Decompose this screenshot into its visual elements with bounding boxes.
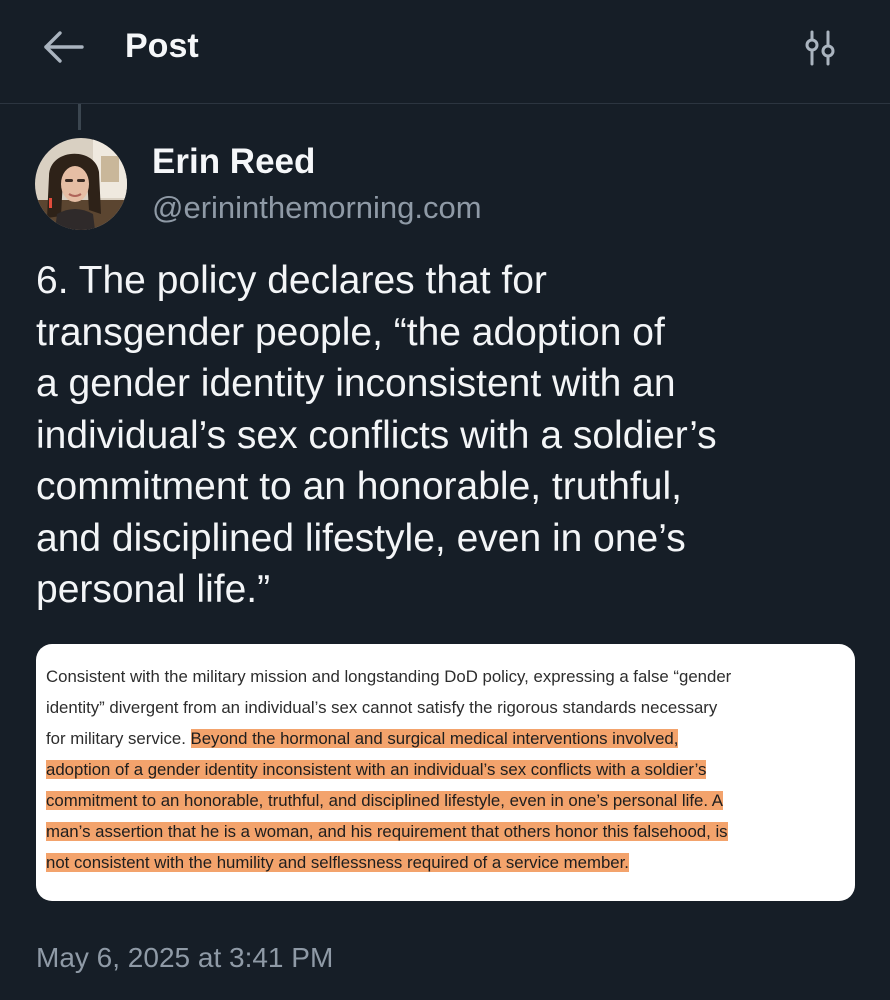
excerpt-highlight: adoption of a gender identity inconsiste… xyxy=(46,760,707,779)
embedded-image[interactable]: Consistent with the military mission and… xyxy=(36,644,855,901)
excerpt-line: man’s assertion that he is a woman, and … xyxy=(46,816,846,847)
sliders-icon xyxy=(805,30,835,66)
post-timestamp: May 6, 2025 at 3:41 PM xyxy=(36,942,334,973)
back-button[interactable] xyxy=(40,27,88,67)
excerpt-text: for military service. xyxy=(46,729,191,748)
thread-connector-line xyxy=(78,104,81,130)
user-avatar xyxy=(35,138,127,230)
page-title: Post xyxy=(125,27,199,65)
excerpt-line: commitment to an honorable, truthful, an… xyxy=(46,785,846,816)
post-text: 6. The policy declares that for transgen… xyxy=(36,259,717,611)
embedded-document-excerpt: Consistent with the military mission and… xyxy=(46,661,846,878)
excerpt-text: Consistent with the military mission and… xyxy=(46,667,732,686)
avatar[interactable] xyxy=(35,138,127,230)
top-bar: Post xyxy=(0,0,890,104)
excerpt-line: Consistent with the military mission and… xyxy=(46,661,846,692)
excerpt-line: identity” divergent from an individual’s… xyxy=(46,692,846,723)
author-handle[interactable]: @erininthemorning.com xyxy=(152,188,482,228)
excerpt-highlight: Beyond the hormonal and surgical medical… xyxy=(190,729,679,748)
excerpt-line: not consistent with the humility and sel… xyxy=(46,847,846,878)
excerpt-highlight: commitment to an honorable, truthful, an… xyxy=(46,791,723,810)
excerpt-text: identity” divergent from an individual’s… xyxy=(46,698,718,717)
author-name[interactable]: Erin Reed xyxy=(152,140,315,184)
thread-options-button[interactable] xyxy=(800,28,840,68)
excerpt-line: adoption of a gender identity inconsiste… xyxy=(46,754,846,785)
arrow-left-icon xyxy=(44,31,84,63)
excerpt-highlight: not consistent with the humility and sel… xyxy=(46,853,629,872)
excerpt-line: for military service. Beyond the hormona… xyxy=(46,723,846,754)
excerpt-highlight: man’s assertion that he is a woman, and … xyxy=(46,822,728,841)
